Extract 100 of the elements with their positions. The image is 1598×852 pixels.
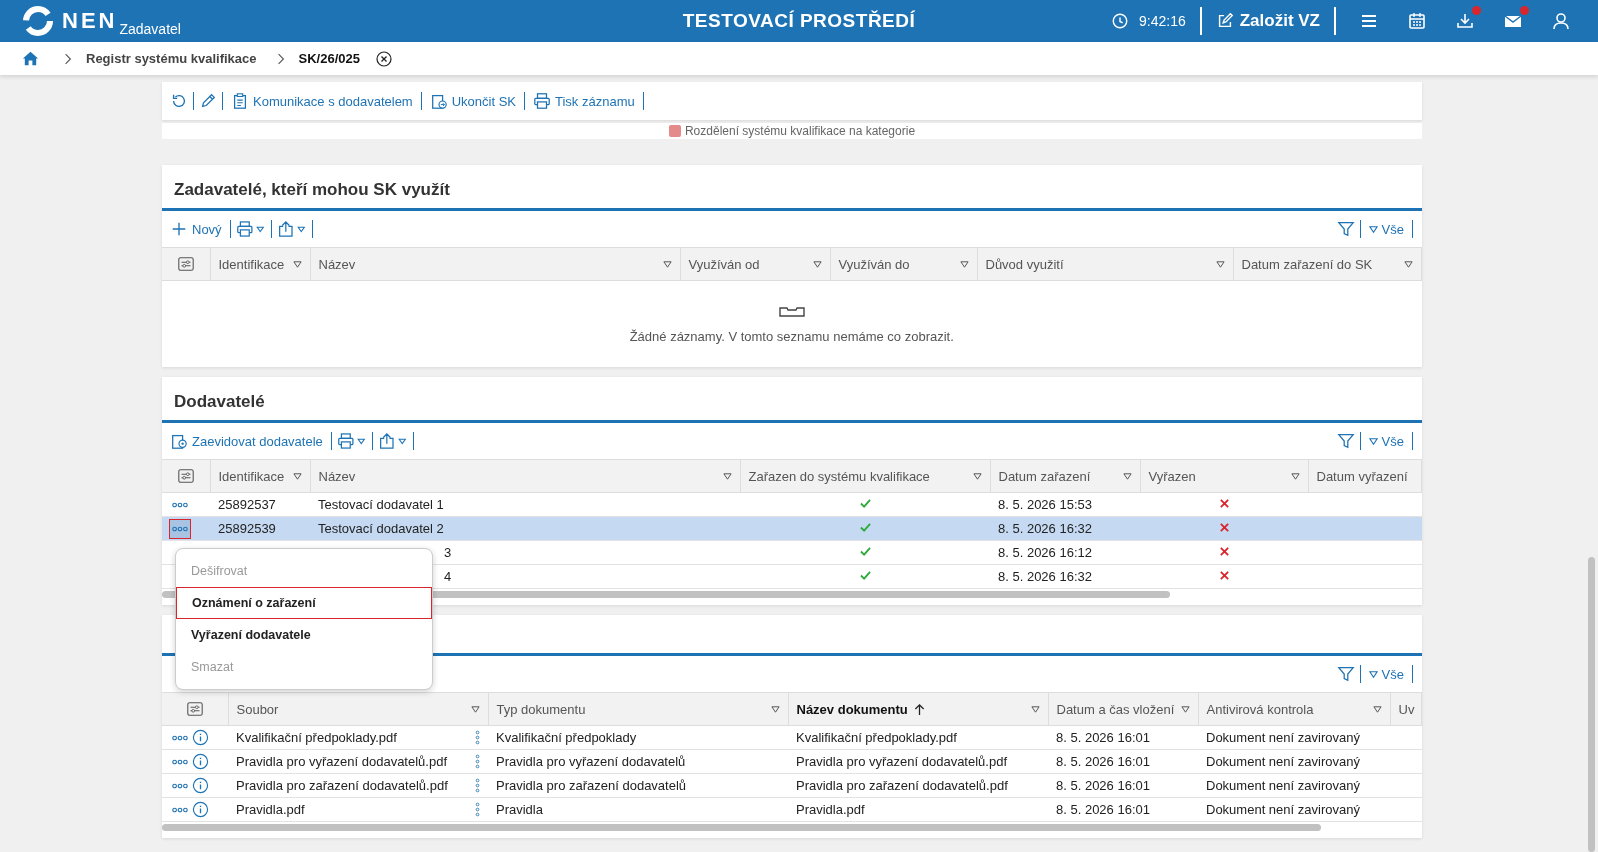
- filter-icon[interactable]: [1336, 220, 1355, 238]
- category-note: Rozdělení systému kvalifikace na kategorie: [668, 124, 916, 138]
- table-cell: 8. 5. 2026 16:01: [1056, 730, 1150, 745]
- create-button[interactable]: Založit VZ: [1215, 11, 1320, 31]
- column-header[interactable]: Identifikace: [210, 247, 310, 281]
- filter-icon[interactable]: [1336, 432, 1355, 450]
- column-filter-icon[interactable]: [1404, 259, 1413, 269]
- kebab-menu-icon[interactable]: [475, 802, 480, 817]
- register-supplier-button[interactable]: Zaevidovat dodavatele: [167, 432, 326, 450]
- column-filter-icon[interactable]: [1180, 704, 1190, 714]
- pencil-icon[interactable]: [199, 92, 217, 110]
- column-filter-icon[interactable]: [470, 704, 480, 714]
- export-dropdown-icon[interactable]: [377, 432, 408, 450]
- column-header[interactable]: Využíván do: [830, 247, 977, 281]
- column-header[interactable]: Zařazen do systému kvalifikace: [740, 459, 990, 493]
- column-header[interactable]: Využíván od: [680, 247, 830, 281]
- table-cell: 8. 5. 2026 15:53: [998, 497, 1092, 512]
- filter-all-button[interactable]: Vše: [1365, 666, 1407, 682]
- caret-icon: [1368, 436, 1378, 446]
- column-filter-icon[interactable]: [722, 471, 732, 481]
- menu-item[interactable]: Vyřazení dodavatele: [176, 619, 432, 651]
- toolbar-button[interactable]: Ukončit SK: [426, 92, 519, 110]
- document-gear-icon: [170, 432, 188, 450]
- print-dropdown-icon[interactable]: [336, 432, 367, 450]
- empty-tray-icon: [778, 304, 805, 317]
- column-settings-icon[interactable]: [176, 255, 195, 273]
- table-cell: Dokument není zavirovaný: [1206, 802, 1360, 817]
- column-header[interactable]: Vyřazen: [1140, 459, 1308, 493]
- column-header[interactable]: Důvod využití: [977, 247, 1233, 281]
- more-icon[interactable]: [170, 519, 190, 538]
- column-filter-icon[interactable]: [1122, 471, 1132, 481]
- info-icon[interactable]: [192, 729, 209, 746]
- column-header[interactable]: Název: [310, 459, 740, 493]
- column-filter-icon[interactable]: [959, 259, 969, 269]
- column-filter-icon[interactable]: [292, 471, 302, 481]
- column-header[interactable]: Antivirová kontrola: [1198, 692, 1390, 726]
- filter-all-button[interactable]: Vše: [1365, 221, 1407, 237]
- table-cell: Pravidla: [496, 802, 543, 817]
- home-icon[interactable]: [21, 49, 40, 68]
- column-header[interactable]: Datum vyřazení: [1308, 459, 1422, 493]
- table-cell: Dokument není zavirovaný: [1206, 754, 1360, 769]
- column-filter-icon[interactable]: [1372, 704, 1382, 714]
- empty-message: Žádné záznamy. V tomto seznamu nemáme co zobrazit.: [629, 328, 954, 344]
- close-icon[interactable]: [376, 50, 392, 67]
- filter-all-button[interactable]: Vše: [1365, 433, 1407, 449]
- menu-item[interactable]: Oznámení o zařazení: [176, 587, 432, 619]
- kebab-menu-icon[interactable]: [475, 754, 480, 769]
- table-cell: 8. 5. 2026 16:01: [1056, 802, 1150, 817]
- arrow-up-icon: [913, 702, 925, 716]
- info-icon[interactable]: [192, 777, 209, 794]
- column-filter-icon[interactable]: [812, 259, 822, 269]
- app-role: Zadavatel: [119, 21, 181, 37]
- column-filter-icon[interactable]: [1030, 704, 1040, 714]
- toolbar-button[interactable]: Komunikace s dodavatelem: [228, 92, 416, 110]
- info-icon[interactable]: [192, 753, 209, 770]
- user-icon[interactable]: [1551, 11, 1571, 31]
- new-button[interactable]: Nový: [167, 220, 225, 238]
- column-header[interactable]: Datum zařazení do SK: [1233, 247, 1422, 281]
- column-filter-icon[interactable]: [662, 259, 672, 269]
- column-header[interactable]: Typ dokumentu: [488, 692, 788, 726]
- scrollbar[interactable]: [1588, 557, 1595, 852]
- info-icon[interactable]: [192, 801, 209, 818]
- column-header[interactable]: Datum zařazení: [990, 459, 1140, 493]
- breadcrumb-link[interactable]: SK/26/025: [298, 51, 360, 66]
- column-filter-icon[interactable]: [770, 704, 780, 714]
- breadcrumb-link[interactable]: Registr systému kvalifikace: [86, 51, 257, 66]
- table-cell: Pravidla.pdf: [796, 802, 865, 817]
- table-cell: Pravidla pro vyřazení dodavatelů: [496, 754, 686, 769]
- column-header[interactable]: Identifikace: [210, 459, 310, 493]
- filter-icon[interactable]: [1336, 665, 1355, 683]
- refresh-icon[interactable]: [170, 92, 188, 110]
- column-filter-icon[interactable]: [972, 471, 982, 481]
- table-cell: Kvalifikační předpoklady.pdf: [236, 730, 397, 745]
- kebab-menu-icon[interactable]: [475, 730, 480, 745]
- download-icon[interactable]: [1455, 11, 1475, 31]
- selected-row[interactable]: 25892539 Testovací dodavatel 2 8. 5. 2026 16:32: [162, 516, 1422, 541]
- kebab-menu-icon[interactable]: [475, 778, 480, 793]
- column-filter-icon[interactable]: [1215, 259, 1225, 269]
- column-filter-icon[interactable]: [1290, 471, 1300, 481]
- column-header[interactable]: Datum a čas vložení: [1048, 692, 1198, 726]
- toolbar-button[interactable]: Tisk záznamu: [530, 92, 638, 110]
- column-header[interactable]: Soubor: [228, 692, 488, 726]
- table-cell: Pravidla pro zařazení dodavatelů.pdf: [796, 778, 1008, 793]
- column-header[interactable]: Uv: [1390, 692, 1422, 726]
- environment-title: TESTOVACÍ PROSTŘEDÍ: [681, 10, 917, 32]
- clock-time: 9:42:16: [1139, 13, 1186, 29]
- column-filter-icon[interactable]: [292, 259, 302, 269]
- scrollbar[interactable]: [162, 824, 1322, 831]
- column-settings-icon[interactable]: [176, 467, 195, 485]
- table-cell: Testovací dodavatel 2: [318, 521, 444, 536]
- clipboard-icon: [231, 92, 249, 110]
- print-dropdown-icon[interactable]: [235, 220, 266, 238]
- column-header[interactable]: Název: [310, 247, 680, 281]
- column-settings-icon[interactable]: [185, 700, 204, 718]
- chevron-icon: [276, 52, 285, 65]
- calendar-icon[interactable]: [1407, 11, 1427, 31]
- logo-icon: [22, 5, 54, 37]
- table-cell: Pravidla pro zařazení dodavatelů.pdf: [236, 778, 448, 793]
- column-header[interactable]: Název dokumentu: [788, 692, 1048, 726]
- export-dropdown-icon[interactable]: [276, 220, 307, 238]
